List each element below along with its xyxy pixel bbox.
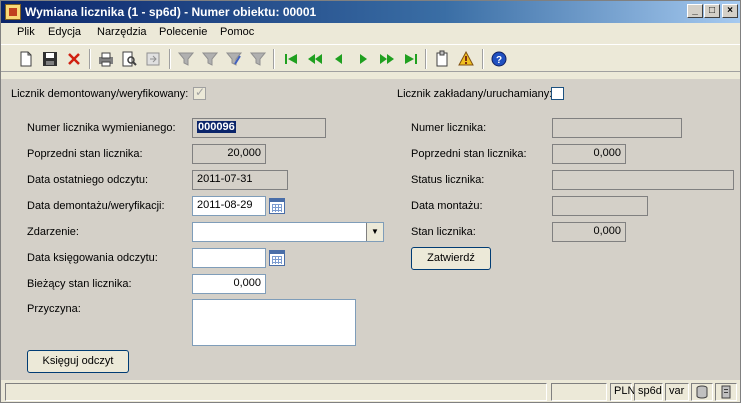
right-previous-reading-field: 0,000 [552, 144, 626, 164]
dismounted-label: Licznik demontowany/weryfikowany: [11, 88, 189, 100]
meter-reading-label: Stan licznika: [411, 226, 476, 238]
current-reading-label: Bieżący stan licznika: [27, 278, 132, 290]
menu-pomoc[interactable]: Pomoc [220, 26, 254, 38]
calendar-icon[interactable] [269, 198, 285, 214]
last-reading-date-field: 2011-07-31 [192, 170, 288, 190]
previous-reading-label: Poprzedni stan licznika: [27, 148, 143, 160]
help-icon[interactable]: ? [490, 50, 508, 68]
event-label: Zdarzenie: [27, 226, 79, 238]
next-record-icon[interactable] [354, 50, 372, 68]
form-panel: Licznik demontowany/weryfikowany: ✓ Licz… [1, 79, 740, 380]
print-preview-icon[interactable] [120, 50, 138, 68]
toolbar: ? [1, 44, 740, 72]
installed-label: Licznik zakładany/uruchamiany: [397, 88, 553, 100]
menu-polecenie[interactable]: Polecenie [159, 26, 207, 38]
previous-record-icon[interactable] [330, 50, 348, 68]
install-date-field [552, 196, 648, 216]
status-bar: PLN sp6d var [1, 381, 740, 402]
title-bar[interactable]: Wymiana licznika (1 - sp6d) - Numer obie… [1, 1, 740, 23]
next-page-icon[interactable] [378, 50, 396, 68]
check-mark-icon: ✓ [195, 85, 206, 99]
database-icon [691, 383, 713, 401]
server-icon [715, 383, 737, 401]
old-meter-number-label: Numer licznika wymienianego: [27, 122, 176, 134]
print-icon[interactable] [97, 50, 115, 68]
window-title: Wymiana licznika (1 - sp6d) - Numer obie… [25, 5, 317, 19]
install-date-label: Data montażu: [411, 200, 483, 212]
status-user: var [665, 383, 689, 401]
current-reading-field[interactable]: 0,000 [192, 274, 266, 294]
status-message [5, 383, 547, 401]
posting-date-field[interactable] [192, 248, 266, 268]
previous-page-icon[interactable] [306, 50, 324, 68]
calendar-icon[interactable] [269, 250, 285, 266]
app-icon [5, 4, 21, 20]
delete-icon[interactable] [65, 50, 83, 68]
alert-icon[interactable] [457, 50, 475, 68]
reason-label: Przyczyna: [27, 303, 81, 315]
old-meter-number-value: 000096 [197, 121, 236, 133]
close-button[interactable]: × [722, 4, 738, 18]
first-record-icon[interactable] [282, 50, 300, 68]
event-dropdown[interactable]: ▼ [192, 222, 384, 242]
menu-edycja[interactable]: Edycja [48, 26, 81, 38]
meter-reading-field: 0,000 [552, 222, 626, 242]
new-icon[interactable] [17, 50, 35, 68]
filter-field-icon[interactable] [201, 50, 219, 68]
status-currency: PLN [610, 383, 635, 401]
meter-number-label: Numer licznika: [411, 122, 487, 134]
minimize-button[interactable]: _ [687, 4, 703, 18]
posting-date-label: Data księgowania odczytu: [27, 252, 158, 264]
filter-icon[interactable] [177, 50, 195, 68]
post-reading-button[interactable]: Księguj odczyt [27, 350, 129, 373]
dismount-date-label: Data demontażu/weryfikacji: [27, 200, 165, 212]
menu-plik[interactable]: Plik [17, 26, 35, 38]
main-window: Wymiana licznika (1 - sp6d) - Numer obie… [0, 0, 741, 403]
reason-textarea[interactable] [192, 299, 356, 346]
previous-reading-field: 20,000 [192, 144, 266, 164]
status-field [552, 170, 734, 190]
status-empty-cell [551, 383, 607, 401]
filter-clear-icon[interactable] [249, 50, 267, 68]
status-company: sp6d [634, 383, 663, 401]
last-record-icon[interactable] [402, 50, 420, 68]
installed-checkbox[interactable] [551, 87, 564, 100]
export-icon[interactable] [144, 50, 162, 68]
clipboard-icon[interactable] [433, 50, 451, 68]
menu-narzedzia[interactable]: Narzędzia [97, 26, 147, 38]
confirm-button[interactable]: Zatwierdź [411, 247, 491, 270]
menu-bar: Plik Edycja Narzędzia Polecenie Pomoc [1, 23, 740, 43]
filter-edit-icon[interactable] [225, 50, 243, 68]
right-previous-reading-label: Poprzedni stan licznika: [411, 148, 527, 160]
meter-number-field[interactable] [552, 118, 682, 138]
maximize-button[interactable]: □ [704, 4, 720, 18]
chevron-down-icon[interactable]: ▼ [366, 223, 383, 241]
svg-text:?: ? [496, 55, 502, 66]
status-label: Status licznika: [411, 174, 485, 186]
dismount-date-field[interactable]: 2011-08-29 [192, 196, 266, 216]
dismounted-checkbox[interactable]: ✓ [193, 85, 206, 100]
save-icon[interactable] [41, 50, 59, 68]
old-meter-number-field[interactable]: 000096 [192, 118, 326, 138]
last-reading-date-label: Data ostatniego odczytu: [27, 174, 149, 186]
